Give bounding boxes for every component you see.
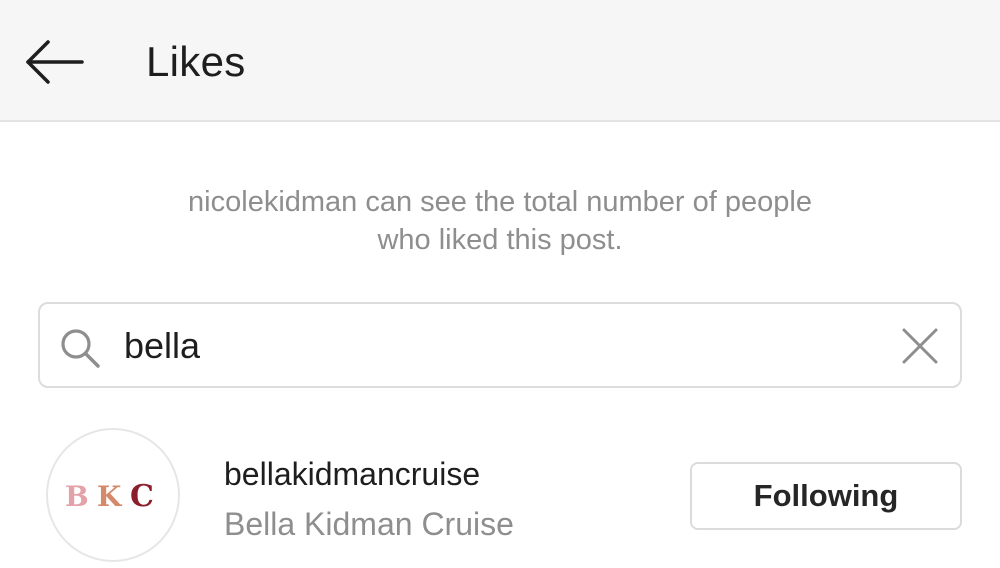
username[interactable]: bellakidmancruise <box>224 454 480 494</box>
monogram-logo: B K C <box>65 479 154 514</box>
likes-visibility-notice: nicolekidman can see the total number of… <box>0 183 1000 259</box>
list-item[interactable]: B K C bellakidmancruise Bella Kidman Cru… <box>0 420 1000 568</box>
svg-text:C: C <box>130 479 154 514</box>
following-button[interactable]: Following <box>690 462 962 530</box>
back-button[interactable] <box>22 36 92 88</box>
svg-text:K: K <box>97 480 123 513</box>
search-bar <box>38 302 962 388</box>
clear-search-button[interactable] <box>898 324 942 368</box>
search-icon <box>58 326 102 370</box>
top-bar: Likes <box>0 0 1000 122</box>
search-input[interactable] <box>124 318 864 374</box>
avatar[interactable]: B K C <box>46 428 180 562</box>
full-name: Bella Kidman Cruise <box>224 506 514 542</box>
close-icon <box>902 328 938 364</box>
notice-line-2: who liked this post. <box>377 224 623 256</box>
notice-line-1: nicolekidman can see the total number of… <box>188 186 812 218</box>
page-title: Likes <box>146 38 246 85</box>
svg-text:B: B <box>65 480 89 513</box>
arrow-left-icon <box>26 40 84 84</box>
